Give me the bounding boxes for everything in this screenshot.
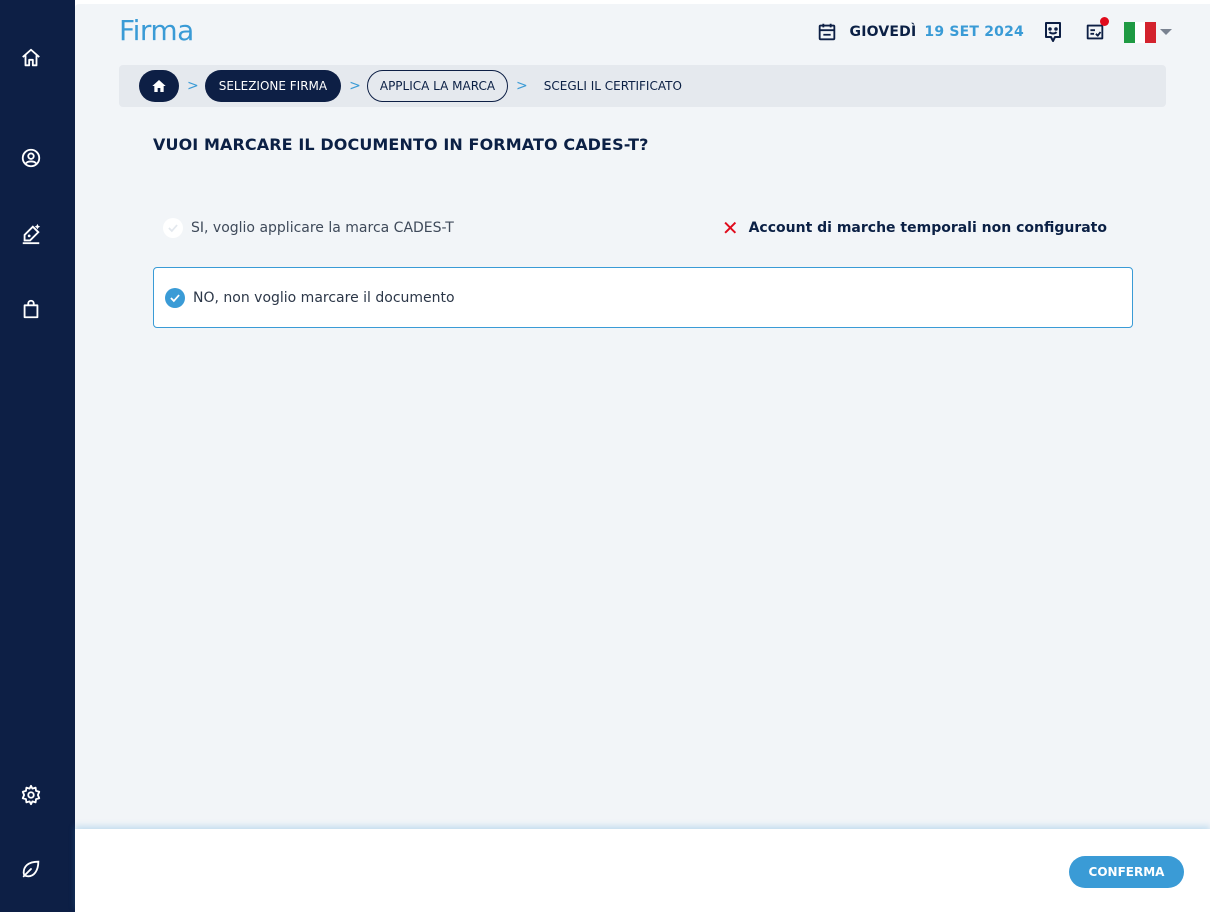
sidebar: [0, 0, 75, 912]
chevron-right-icon: >: [187, 78, 199, 94]
option-no-label: NO, non voglio marcare il documento: [193, 289, 455, 306]
page-title: Firma: [119, 14, 194, 47]
notification-dot: [1100, 17, 1109, 26]
timestamp-account-error: ✕ Account di marche temporali non config…: [722, 199, 1107, 257]
home-icon[interactable]: [19, 46, 43, 70]
main-content: Firma GIOVEDÌ 19 SET 2024 > SELEZIONE FI…: [75, 4, 1210, 829]
option-yes-cades-t: SI, voglio applicare la marca CADES-T ✕ …: [153, 199, 1133, 257]
home-icon: [152, 80, 166, 92]
confirm-button[interactable]: CONFERMA: [1069, 856, 1184, 888]
settings-gear-icon[interactable]: [19, 783, 43, 807]
chevron-right-icon: >: [349, 78, 361, 94]
breadcrumb-step-applica-marca[interactable]: APPLICA LA MARCA: [366, 70, 509, 102]
radio-disabled: [163, 218, 183, 238]
calendar-icon: [818, 23, 835, 41]
language-dropdown-caret-icon[interactable]: [1160, 29, 1172, 35]
error-x-icon: ✕: [721, 216, 739, 240]
user-profile-icon[interactable]: [19, 146, 43, 170]
date-value: 19 SET 2024: [924, 24, 1024, 40]
chevron-right-icon: >: [516, 78, 528, 94]
breadcrumb-step-selezione-firma[interactable]: SELEZIONE FIRMA: [204, 70, 342, 102]
date-weekday: GIOVEDÌ: [849, 24, 917, 40]
radio-checked[interactable]: [165, 287, 185, 308]
support-chat-icon[interactable]: [1040, 19, 1066, 45]
option-no-mark[interactable]: NO, non voglio marcare il documento: [153, 267, 1133, 328]
breadcrumb-step-scegli-certificato: SCEGLI IL CERTIFICATO: [543, 79, 682, 93]
question-heading: VUOI MARCARE IL DOCUMENTO IN FORMATO CAD…: [153, 135, 649, 154]
signature-pen-icon[interactable]: [19, 222, 43, 246]
header-toolbar: GIOVEDÌ 19 SET 2024: [816, 17, 1172, 46]
breadcrumb-home-button[interactable]: [139, 70, 179, 102]
leaf-icon[interactable]: [19, 857, 43, 881]
check-icon: [168, 224, 178, 233]
task-list-icon[interactable]: [1082, 17, 1109, 45]
check-icon: [170, 293, 180, 302]
breadcrumb: > SELEZIONE FIRMA > APPLICA LA MARCA > S…: [119, 65, 1166, 107]
shopping-bag-icon[interactable]: [19, 297, 43, 321]
error-message: Account di marche temporali non configur…: [748, 220, 1107, 236]
option-yes-label: SI, voglio applicare la marca CADES-T: [191, 220, 454, 236]
footer-bar: CONFERMA: [75, 829, 1210, 912]
italy-flag-icon[interactable]: [1124, 21, 1157, 43]
